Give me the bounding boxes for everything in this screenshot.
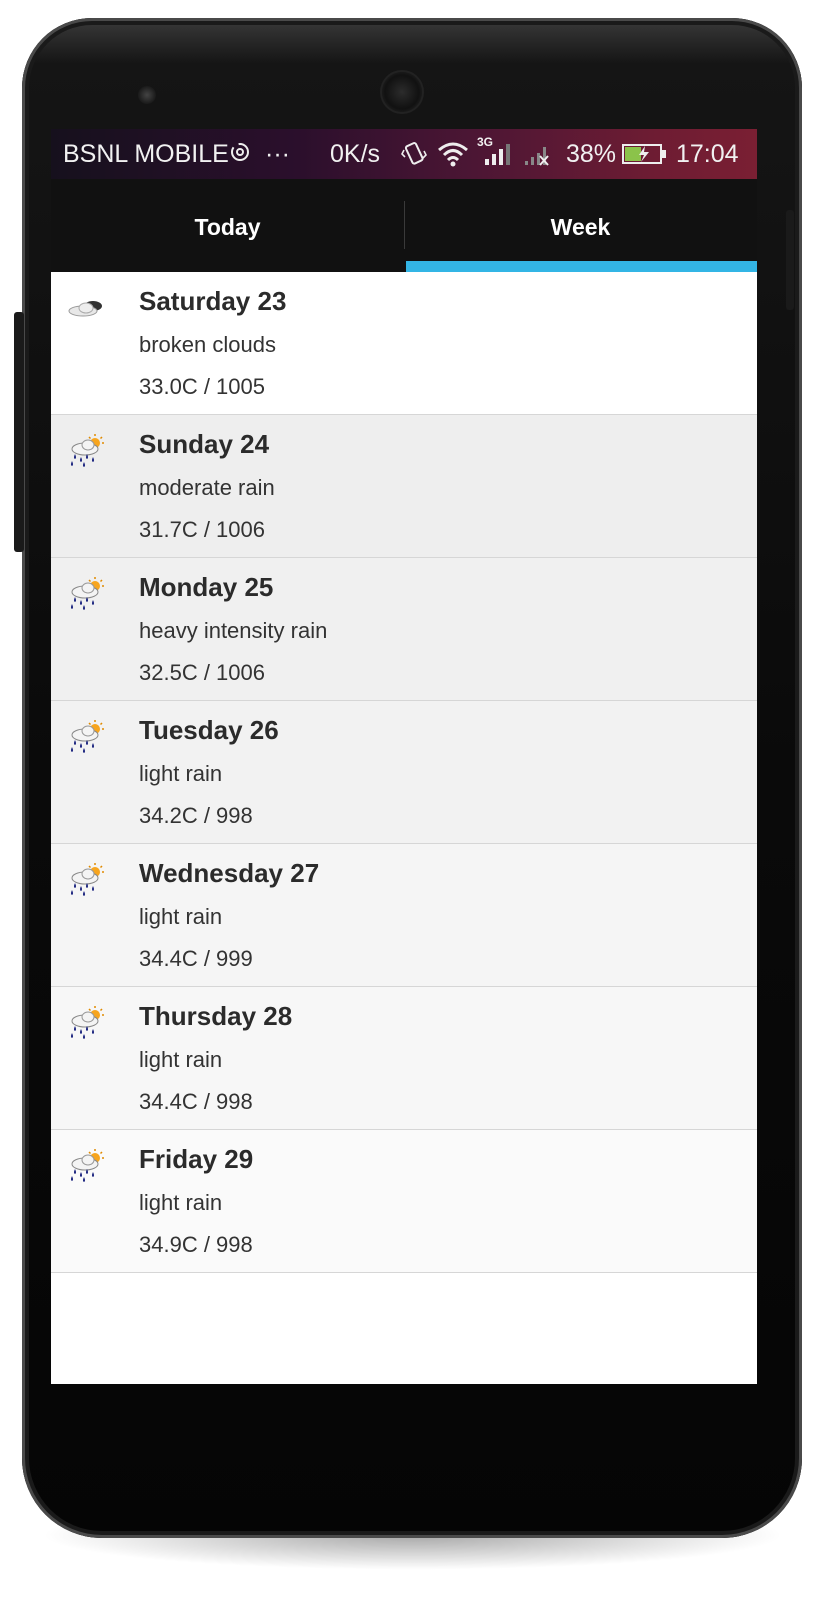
forecast-temp-pressure: 34.2C / 998 (139, 803, 253, 828)
tab-today[interactable]: Today (51, 179, 404, 272)
forecast-description: light rain (139, 1190, 223, 1215)
forecast-description: heavy intensity rain (139, 618, 328, 643)
forecast-row[interactable]: Sunday 24 moderate rain 31.7C / 1006 (51, 415, 757, 558)
hotspot-icon (229, 141, 253, 172)
broken-clouds-icon (67, 290, 107, 324)
volume-button (14, 312, 24, 552)
selected-tab-indicator (406, 261, 757, 272)
battery-percent: 38% (566, 140, 617, 168)
rain-sun-icon (67, 433, 107, 467)
signal-icon (483, 141, 515, 174)
forecast-row[interactable]: Wednesday 27 light rain 34.4C / 999 (51, 844, 757, 987)
carrier-name: BSNL MOBILE (63, 140, 229, 168)
rain-sun-icon (67, 1005, 107, 1039)
battery-icon (622, 141, 668, 174)
forecast-temp-pressure: 34.4C / 998 (139, 1089, 253, 1114)
forecast-temp-pressure: 34.9C / 998 (139, 1232, 253, 1257)
forecast-row[interactable]: Monday 25 heavy intensity rain 32.5C / 100… (51, 558, 757, 701)
app-screen: BSNL MOBILE ··· 0K/s 3G 38% 17:04 Today … (51, 129, 757, 1384)
forecast-day: Thursday 28 (139, 1001, 293, 1031)
forecast-description: broken clouds (139, 332, 276, 357)
forecast-description: light rain (139, 904, 223, 929)
tab-week[interactable]: Week (404, 179, 757, 272)
no-signal-icon (523, 141, 557, 174)
forecast-description: moderate rain (139, 475, 275, 500)
power-button (786, 210, 794, 310)
front-camera (138, 86, 156, 104)
more-notifications-icon: ··· (265, 140, 290, 168)
forecast-row[interactable]: Friday 29 light rain 34.9C / 998 (51, 1130, 757, 1273)
forecast-temp-pressure: 32.5C / 1006 (139, 660, 265, 685)
forecast-row[interactable]: Saturday 23 broken clouds 33.0C / 1005 (51, 272, 757, 415)
wifi-icon (437, 141, 469, 174)
forecast-temp-pressure: 33.0C / 1005 (139, 374, 265, 399)
forecast-description: light rain (139, 1047, 223, 1072)
forecast-list: Saturday 23 broken clouds 33.0C / 1005 Sund… (51, 272, 757, 1273)
network-speed: 0K/s (330, 140, 381, 168)
forecast-day: Wednesday 27 (139, 858, 320, 888)
rain-sun-icon (67, 862, 107, 896)
clock: 17:04 (676, 140, 739, 168)
forecast-row[interactable]: Thursday 28 light rain 34.4C / 998 (51, 987, 757, 1130)
forecast-day: Sunday 24 (139, 429, 270, 459)
forecast-description: light rain (139, 761, 223, 786)
forecast-day: Tuesday 26 (139, 715, 279, 745)
vibrate-icon (401, 141, 427, 174)
forecast-temp-pressure: 31.7C / 1006 (139, 517, 265, 542)
forecast-day: Saturday 23 (139, 286, 287, 316)
rain-sun-icon (67, 1148, 107, 1182)
forecast-day: Friday 29 (139, 1144, 254, 1174)
forecast-temp-pressure: 34.4C / 999 (139, 946, 253, 971)
forecast-row[interactable]: Tuesday 26 light rain 34.2C / 998 (51, 701, 757, 844)
rain-sun-icon (67, 719, 107, 753)
rain-sun-icon (67, 576, 107, 610)
earpiece-speaker (382, 72, 422, 112)
status-bar: BSNL MOBILE ··· 0K/s 3G 38% 17:04 (51, 129, 757, 179)
tab-bar: Today Week (51, 179, 757, 272)
forecast-day: Monday 25 (139, 572, 274, 602)
